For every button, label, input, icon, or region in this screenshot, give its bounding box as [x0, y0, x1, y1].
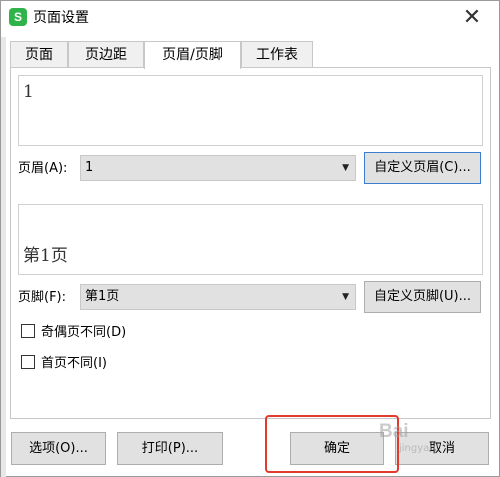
odd-even-checkbox[interactable]	[21, 324, 35, 338]
page-setup-dialog: S 页面设置 ✕ 页面 页边距 页眉/页脚 工作表 1 页眉(A): 1 ▼ 自…	[0, 0, 500, 477]
tab-page[interactable]: 页面	[10, 41, 68, 67]
header-select-value: 1	[85, 160, 94, 175]
title-bar[interactable]: S 页面设置 ✕	[1, 1, 499, 35]
print-button[interactable]: 打印(P)...	[117, 432, 223, 465]
header-label: 页眉(A):	[18, 161, 68, 176]
custom-header-button[interactable]: 自定义页眉(C)...	[364, 152, 481, 184]
tab-panel: 1 页眉(A): 1 ▼ 自定义页眉(C)... 第1页 页脚(F): 第1页 …	[10, 67, 491, 419]
wps-app-icon: S	[9, 8, 27, 26]
close-icon[interactable]: ✕	[459, 5, 485, 31]
footer-preview-text: 第1页	[23, 246, 68, 266]
header-preview: 1	[18, 75, 483, 146]
header-select[interactable]: 1 ▼	[80, 155, 356, 181]
footer-select-value: 第1页	[85, 289, 120, 304]
window-title: 页面设置	[33, 10, 89, 26]
header-preview-text: 1	[23, 82, 34, 102]
odd-even-option[interactable]: 奇偶页不同(D)	[21, 324, 126, 341]
background-strip	[1, 37, 6, 477]
first-page-label: 首页不同(I)	[41, 356, 107, 371]
odd-even-label: 奇偶页不同(D)	[41, 325, 127, 340]
custom-footer-button[interactable]: 自定义页脚(U)...	[364, 281, 481, 313]
chevron-down-icon: ▼	[342, 292, 349, 302]
first-page-option[interactable]: 首页不同(I)	[21, 355, 107, 372]
first-page-checkbox[interactable]	[21, 355, 35, 369]
chevron-down-icon: ▼	[342, 163, 349, 173]
cancel-button[interactable]: 取消	[395, 432, 489, 465]
ok-button[interactable]: 确定	[290, 432, 384, 465]
footer-preview: 第1页	[18, 204, 483, 275]
footer-select[interactable]: 第1页 ▼	[80, 284, 356, 310]
tab-header-footer[interactable]: 页眉/页脚	[144, 41, 241, 69]
tab-margins[interactable]: 页边距	[68, 41, 144, 67]
tab-sheet[interactable]: 工作表	[241, 41, 313, 67]
footer-label: 页脚(F):	[18, 290, 67, 305]
options-button[interactable]: 选项(O)...	[11, 432, 106, 465]
